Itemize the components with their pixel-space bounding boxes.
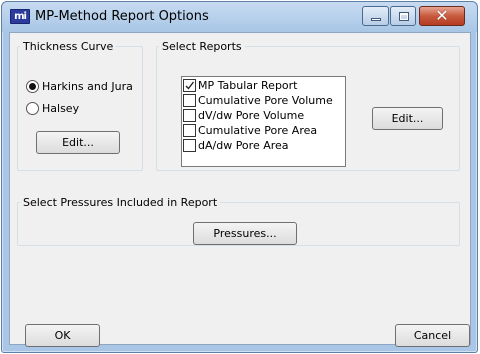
minimize-button[interactable] — [362, 6, 389, 26]
check-icon — [185, 81, 195, 90]
close-icon: ✕ — [435, 6, 449, 25]
radio-label: Harkins and Jura — [42, 79, 133, 93]
reports-listbox[interactable]: MP Tabular Report Cumulative Pore Volume… — [181, 76, 346, 167]
checkbox-checked[interactable] — [183, 79, 196, 92]
list-item[interactable]: Cumulative Pore Area — [183, 123, 317, 138]
reports-edit-button[interactable]: Edit... — [372, 107, 443, 130]
list-item-label: Cumulative Pore Volume — [198, 94, 333, 107]
checkbox-unchecked[interactable] — [183, 124, 196, 137]
checkbox-unchecked[interactable] — [183, 139, 196, 152]
pressures-button[interactable]: Pressures... — [193, 222, 297, 245]
radio-label: Halsey — [42, 101, 80, 115]
radio-selected-icon[interactable] — [26, 79, 39, 93]
list-item-label: dA/dw Pore Area — [198, 139, 289, 152]
list-item-label: Cumulative Pore Area — [198, 124, 318, 137]
select-reports-group: Select Reports MP Tabular Report Cumulat… — [156, 40, 460, 171]
cancel-button[interactable]: Cancel — [395, 324, 470, 347]
window-title: MP-Method Report Options — [35, 9, 209, 24]
minimize-icon — [371, 18, 381, 21]
list-item[interactable]: MP Tabular Report — [183, 78, 298, 93]
thickness-edit-button[interactable]: Edit... — [36, 131, 120, 154]
thickness-curve-legend: Thickness Curve — [23, 40, 114, 53]
pressures-group: Select Pressures Included in Report Pres… — [17, 196, 460, 246]
mi-app-icon: mi — [10, 9, 30, 24]
dialog-body: Thickness Curve Harkins and Jura Halsey … — [9, 32, 471, 347]
list-item[interactable]: Cumulative Pore Volume — [183, 93, 333, 108]
thickness-curve-group: Thickness Curve Harkins and Jura Halsey … — [17, 40, 143, 171]
checkbox-unchecked[interactable] — [183, 109, 196, 122]
radio-harkins-jura[interactable]: Harkins and Jura — [26, 78, 133, 94]
list-item[interactable]: dA/dw Pore Area — [183, 138, 289, 153]
list-item-label: MP Tabular Report — [198, 79, 298, 92]
radio-unselected-icon[interactable] — [26, 101, 39, 115]
close-button[interactable]: ✕ — [419, 6, 465, 26]
list-item-label: dV/dw Pore Volume — [198, 109, 305, 122]
checkbox-unchecked[interactable] — [183, 94, 196, 107]
maximize-button[interactable] — [390, 6, 416, 26]
radio-halsey[interactable]: Halsey — [26, 100, 79, 116]
dialog-window: mi MP-Method Report Options ✕ Thickness … — [1, 1, 478, 353]
title-bar[interactable]: mi MP-Method Report Options ✕ — [2, 2, 477, 32]
pressures-legend: Select Pressures Included in Report — [23, 196, 218, 209]
select-reports-legend: Select Reports — [162, 40, 242, 53]
list-item[interactable]: dV/dw Pore Volume — [183, 108, 304, 123]
maximize-icon — [399, 12, 409, 21]
ok-button[interactable]: OK — [25, 324, 100, 347]
